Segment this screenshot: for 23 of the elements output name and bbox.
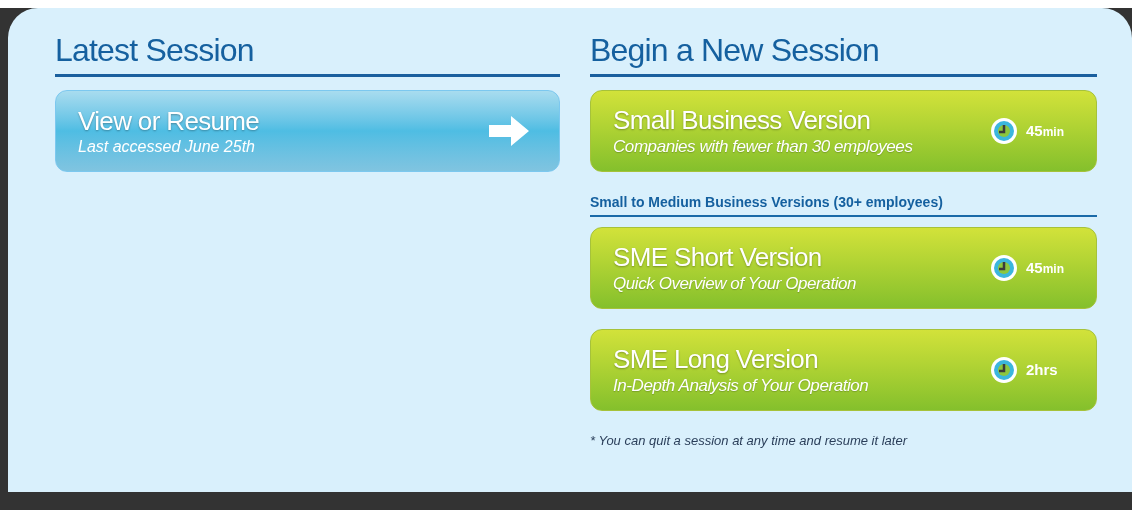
clock-icon: [990, 356, 1018, 384]
group-subheading: Small to Medium Business Versions (30+ employees): [590, 194, 943, 210]
version-button[interactable]: SME Short Version Quick Overview of Your Operation 45min: [590, 227, 1097, 309]
duration-label: 45min: [1026, 120, 1065, 141]
section-heading: Latest Session: [55, 32, 254, 68]
section-heading: Begin a New Session: [590, 32, 879, 68]
duration-label: 2hrs: [1026, 359, 1058, 380]
version-description: Companies with fewer than 30 employees: [613, 136, 914, 158]
last-accessed-text: Last accessed June 25th: [78, 137, 256, 157]
version-description: Quick Overview of Your Operation: [613, 273, 858, 295]
arrow-right-icon: [489, 116, 529, 146]
version-description: In-Depth Analysis of Your Operation: [613, 375, 870, 397]
version-title: SME Long Version: [613, 343, 819, 375]
duration-label: 45min: [1026, 257, 1065, 278]
resume-title: View or Resume: [78, 105, 261, 137]
version-title: SME Short Version: [613, 241, 823, 273]
version-button[interactable]: SME Long Version In-Depth Analysis of Your Operation 2hrs: [590, 329, 1097, 411]
version-button[interactable]: Small Business Version Companies with fewer than 30 employees 45min: [590, 90, 1097, 172]
resume-button[interactable]: View or Resume Last accessed June 25th: [55, 90, 560, 172]
footnote-text: * You can quit a session at any time and resume it later: [590, 432, 909, 450]
clock-icon: [990, 254, 1018, 282]
clock-icon: [990, 117, 1018, 145]
version-title: Small Business Version: [613, 104, 872, 136]
